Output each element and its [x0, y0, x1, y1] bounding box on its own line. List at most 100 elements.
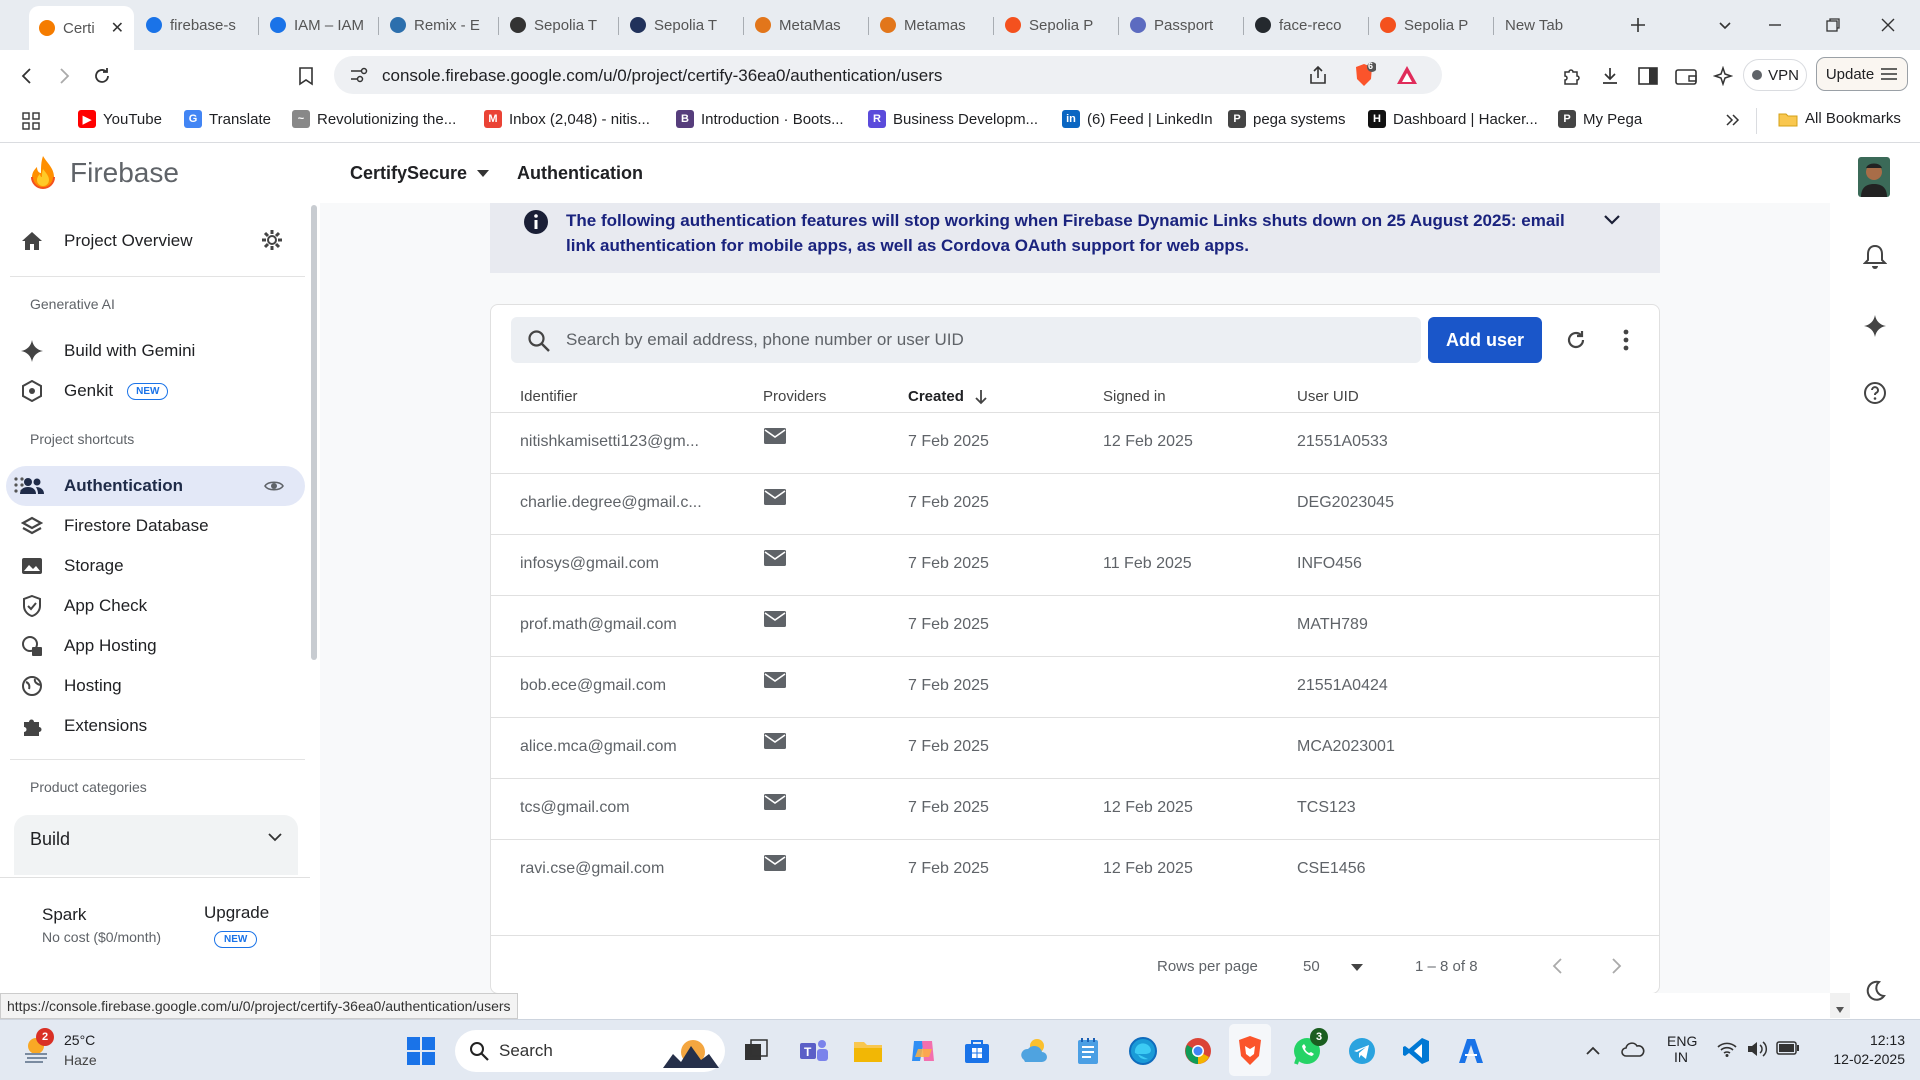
url-text[interactable]: console.firebase.google.com/u/0/project/… — [382, 66, 942, 86]
bookmark-page-icon[interactable] — [290, 60, 322, 92]
sidebar-item-authentication[interactable]: Authentication — [10, 467, 305, 505]
vpn-button[interactable]: VPN — [1743, 59, 1807, 91]
close-window-button[interactable] — [1873, 10, 1903, 40]
firebase-logo[interactable]: Firebase — [28, 155, 179, 191]
apps-grid-icon[interactable] — [22, 112, 40, 130]
add-user-button[interactable]: Add user — [1428, 317, 1542, 363]
language-indicator[interactable]: ENG IN — [1667, 1033, 1697, 1065]
teams-icon[interactable]: T — [797, 1034, 831, 1068]
refresh-icon[interactable] — [1558, 322, 1594, 358]
tray-overflow-chevron-icon[interactable] — [1586, 1045, 1600, 1055]
azure-data-studio-icon[interactable] — [1454, 1034, 1488, 1068]
sidebar-item-build-with-gemini[interactable]: Build with Gemini — [10, 332, 305, 370]
brave-browser-icon[interactable] — [1233, 1034, 1267, 1068]
browser-tab[interactable]: MetaMas — [745, 8, 867, 42]
share-icon[interactable] — [1308, 65, 1328, 85]
table-row[interactable]: prof.math@gmail.com 7 Feb 2025 MATH789 — [491, 595, 1659, 656]
expand-banner-icon[interactable] — [1604, 215, 1620, 225]
close-tab-icon[interactable]: ✕ — [111, 18, 124, 38]
all-bookmarks-folder[interactable]: All Bookmarks — [1778, 110, 1901, 127]
site-info-icon[interactable] — [350, 67, 368, 83]
settings-gear-icon[interactable] — [261, 229, 283, 251]
browser-tab[interactable]: Sepolia T — [500, 8, 622, 42]
reload-button[interactable] — [86, 60, 118, 92]
task-view-icon[interactable] — [739, 1034, 773, 1068]
browser-tab[interactable]: IAM – IAM — [260, 8, 382, 42]
new-tab-button[interactable] — [1623, 10, 1653, 40]
sidebar-scrollbar[interactable] — [311, 205, 317, 660]
browser-tab[interactable]: Metamas — [870, 8, 992, 42]
notepad-icon[interactable] — [1071, 1034, 1105, 1068]
bookmark-item[interactable]: in (6) Feed | LinkedIn — [1062, 110, 1213, 128]
browser-tab[interactable]: Sepolia P — [995, 8, 1117, 42]
microsoft-store-icon[interactable] — [960, 1034, 994, 1068]
bookmark-item[interactable]: R Business Developm... — [868, 110, 1038, 128]
table-row[interactable]: alice.mca@gmail.com 7 Feb 2025 MCA2023001 — [491, 717, 1659, 778]
update-button[interactable]: Update — [1816, 57, 1908, 91]
table-row[interactable]: tcs@gmail.com 7 Feb 2025 12 Feb 2025 TCS123 — [491, 778, 1659, 839]
bookmark-item[interactable]: ~ Revolutionizing the... — [292, 110, 456, 128]
brave-shields-icon[interactable]: 6 — [1352, 61, 1376, 88]
next-page-icon[interactable] — [1611, 958, 1623, 974]
sidebar-toggle-icon[interactable] — [1632, 60, 1664, 92]
restore-button[interactable] — [1818, 10, 1848, 40]
extensions-icon[interactable] — [1555, 60, 1587, 92]
column-header-signed-in[interactable]: Signed in — [1103, 388, 1166, 405]
back-button[interactable] — [11, 60, 43, 92]
bookmark-item[interactable]: Ppega systems — [1228, 110, 1346, 128]
start-button[interactable] — [404, 1034, 438, 1068]
vscode-icon[interactable] — [1399, 1034, 1433, 1068]
bookmark-item[interactable]: P My Pega — [1558, 110, 1642, 128]
notifications-bell-icon[interactable] — [1858, 240, 1892, 274]
telegram-icon[interactable] — [1345, 1034, 1379, 1068]
brave-rewards-icon[interactable] — [1396, 64, 1418, 86]
onedrive-cloud-icon[interactable] — [1621, 1041, 1645, 1057]
prev-page-icon[interactable] — [1551, 958, 1563, 974]
sort-arrow-down-icon[interactable] — [974, 389, 988, 405]
table-row[interactable]: ravi.cse@gmail.com 7 Feb 2025 12 Feb 2025 C… — [491, 839, 1659, 900]
table-row[interactable]: infosys@gmail.com 7 Feb 2025 11 Feb 2025 IN… — [491, 534, 1659, 595]
sidebar-item-firestore[interactable]: Firestore Database — [10, 507, 305, 545]
taskbar-search[interactable]: Search — [455, 1030, 725, 1072]
more-options-icon[interactable] — [1608, 322, 1644, 358]
sidebar-item-extensions[interactable]: Extensions — [10, 707, 305, 745]
table-row[interactable]: nitishkamisetti123@gm... 7 Feb 2025 12 Feb… — [491, 412, 1659, 473]
sidebar-item-storage[interactable]: Storage — [10, 547, 305, 585]
rows-per-page-select[interactable]: 50 — [1299, 954, 1369, 980]
wallet-icon[interactable] — [1670, 60, 1702, 92]
more-bookmarks-icon[interactable] — [1724, 112, 1740, 128]
bookmark-item[interactable]: M Inbox (2,048) - nitis... — [484, 110, 650, 128]
browser-tab[interactable]: Sepolia P — [1370, 8, 1492, 42]
browser-tab[interactable]: Remix - E — [380, 8, 502, 42]
column-header-created[interactable]: Created — [908, 388, 988, 405]
minimize-button[interactable] — [1760, 10, 1790, 40]
browser-tab[interactable]: Passport — [1120, 8, 1242, 42]
table-row[interactable]: bob.ece@gmail.com 7 Feb 2025 21551A0424 — [491, 656, 1659, 717]
clock[interactable]: 12:13 12-02-2025 — [1805, 1032, 1905, 1067]
weather-app-icon[interactable] — [1017, 1034, 1051, 1068]
build-category[interactable]: Build — [14, 815, 298, 863]
user-avatar[interactable] — [1858, 157, 1890, 197]
bookmark-item[interactable]: H Dashboard | Hacker... — [1368, 110, 1538, 128]
dark-mode-moon-icon[interactable] — [1858, 974, 1892, 1008]
downloads-icon[interactable] — [1594, 60, 1626, 92]
volume-icon[interactable] — [1746, 1040, 1768, 1058]
sidebar-item-app-hosting[interactable]: App Hosting — [10, 627, 305, 665]
browser-tab[interactable]: Certi ✕ — [29, 6, 134, 50]
gemini-sparkle-icon[interactable] — [1858, 309, 1892, 343]
forward-button[interactable] — [48, 60, 80, 92]
browser-tab[interactable]: New Tab — [1495, 8, 1617, 42]
bookmark-item[interactable]: G Translate — [184, 110, 271, 128]
browser-tab[interactable]: firebase-s — [136, 8, 258, 42]
leo-ai-icon[interactable] — [1707, 60, 1739, 92]
battery-icon[interactable] — [1776, 1041, 1800, 1055]
chrome-icon[interactable] — [1181, 1034, 1215, 1068]
bookmark-item[interactable]: B Introduction · Boots... — [676, 110, 844, 128]
scroll-down-icon[interactable] — [1836, 1007, 1844, 1013]
bookmark-item[interactable]: ▶ YouTube — [78, 110, 162, 128]
tab-search-icon[interactable] — [1710, 10, 1740, 40]
sidebar-item-hosting[interactable]: Hosting — [10, 667, 305, 705]
sidebar-item-app-check[interactable]: App Check — [10, 587, 305, 625]
browser-tab[interactable]: face-reco — [1245, 8, 1367, 42]
upgrade-link[interactable]: Upgrade — [204, 903, 269, 923]
